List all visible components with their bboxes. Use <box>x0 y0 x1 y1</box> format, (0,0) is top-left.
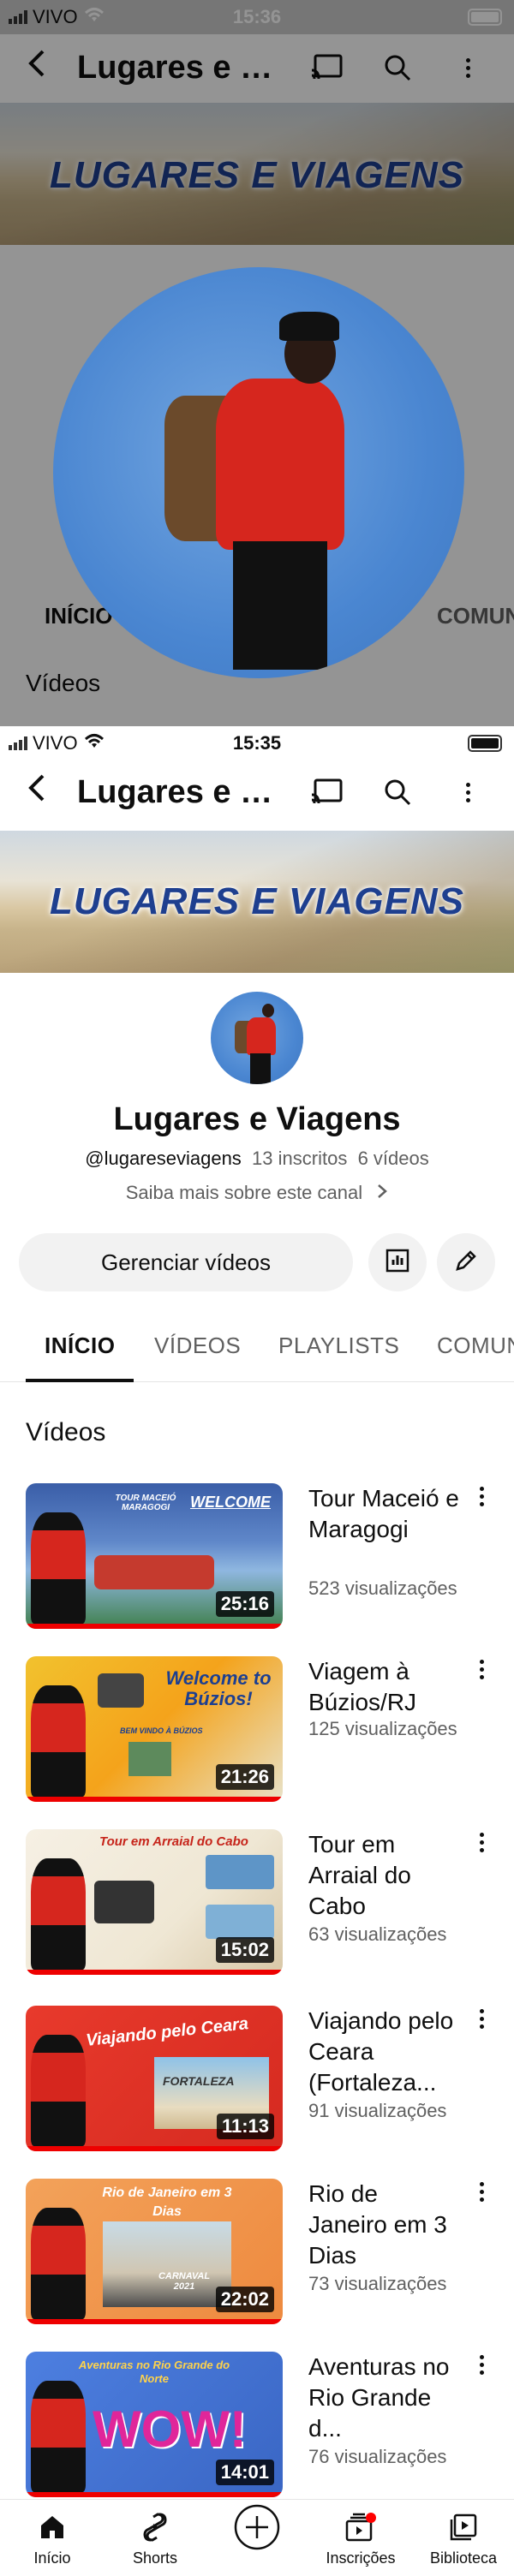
video-menu-icon[interactable] <box>473 1660 490 1685</box>
video-row[interactable]: WELCOME TOUR MACEIÓ MARAGOGI 25:16 Tour … <box>0 1483 514 1631</box>
video-thumbnail[interactable]: Aventuras no Rio Grande do Norte WOW! 14… <box>26 2352 283 2497</box>
video-menu-icon[interactable] <box>473 2182 490 2208</box>
more-icon[interactable] <box>449 773 487 811</box>
watch-progress <box>26 2146 283 2151</box>
nav-home[interactable]: Início <box>5 2507 99 2567</box>
video-title[interactable]: Tour em Arraial do Cabo <box>308 1829 463 1922</box>
video-menu-icon[interactable] <box>473 1487 490 1512</box>
battery-icon <box>468 735 502 752</box>
tab-start[interactable]: INÍCIO <box>45 1333 115 1359</box>
tab-videos[interactable]: VÍDEOS <box>154 1333 241 1359</box>
clock: 15:35 <box>232 732 282 754</box>
chevron-right-icon <box>376 1182 388 1203</box>
manage-videos-button[interactable]: Gerenciar vídeos <box>19 1233 353 1291</box>
shorts-icon <box>108 2507 202 2548</box>
pencil-icon <box>453 1248 479 1278</box>
edit-button[interactable] <box>437 1233 495 1291</box>
back-icon[interactable] <box>24 771 50 814</box>
nav-subscriptions[interactable]: Inscrições <box>314 2507 408 2567</box>
channel-page: VIVO 15:35 Lugares e Viagens LUGARES E V… <box>0 726 514 2576</box>
duration-badge: 25:16 <box>215 1591 274 1617</box>
duration-badge: 15:02 <box>215 1937 274 1963</box>
video-thumbnail[interactable]: WELCOME TOUR MACEIÓ MARAGOGI 25:16 <box>26 1483 283 1629</box>
video-thumbnail[interactable]: Viajando pelo Ceara FORTALEZA 11:13 <box>26 2006 283 2151</box>
channel-tabs: INÍCIO VÍDEOS PLAYLISTS COMUN <box>0 1317 514 1382</box>
duration-badge: 21:26 <box>215 1764 274 1790</box>
cast-icon[interactable] <box>308 773 346 811</box>
video-title[interactable]: Aventuras no Rio Grande d... <box>308 2352 463 2444</box>
video-title[interactable]: Viajando pelo Ceara (Fortaleza... <box>308 2006 463 2098</box>
video-count: 6 vídeos <box>357 1148 429 1169</box>
analytics-button[interactable] <box>368 1233 427 1291</box>
nav-library-label: Biblioteca <box>429 2549 498 2567</box>
video-menu-icon[interactable] <box>473 2355 490 2381</box>
banner-title: LUGARES E VIAGENS <box>50 880 464 922</box>
library-icon <box>416 2507 511 2548</box>
channel-banner: LUGARES E VIAGENS <box>0 831 514 973</box>
channel-handle: @lugareseviagens <box>85 1148 242 1169</box>
video-row[interactable]: Aventuras no Rio Grande do Norte WOW! 14… <box>0 2352 514 2499</box>
avatar-enlarged <box>53 267 464 678</box>
nav-create[interactable] <box>210 2504 304 2550</box>
search-icon[interactable] <box>379 773 416 811</box>
watch-progress <box>26 2319 283 2324</box>
tab-active-indicator <box>26 1379 134 1382</box>
plus-circle-icon <box>210 2504 304 2550</box>
video-title[interactable]: Rio de Janeiro em 3 Dias <box>308 2179 463 2271</box>
video-views: 76 visualizações <box>308 2446 447 2467</box>
video-views: 73 visualizações <box>308 2273 447 2294</box>
tab-community[interactable]: COMUN <box>437 1333 514 1359</box>
video-thumbnail[interactable]: Tour em Arraial do Cabo 15:02 <box>26 1829 283 1975</box>
bottom-nav: Início Shorts Inscrições Biblioteca <box>0 2499 514 2576</box>
video-menu-icon[interactable] <box>473 1833 490 1858</box>
video-views: 91 visualizações <box>308 2100 447 2121</box>
video-views: 523 visualizações <box>308 1577 457 1599</box>
video-title[interactable]: Tour Maceió e Maragogi <box>308 1483 463 1545</box>
header-title: Lugares e Viagens <box>77 773 291 810</box>
about-link[interactable]: Saiba mais sobre este canal <box>0 1182 514 1204</box>
duration-badge: 14:01 <box>215 2460 274 2485</box>
section-title: Vídeos <box>26 1418 106 1446</box>
subscriber-count: 13 inscritos <box>252 1148 348 1169</box>
analytics-icon <box>385 1248 410 1278</box>
nav-library[interactable]: Biblioteca <box>416 2507 511 2567</box>
watch-progress <box>26 1970 283 1975</box>
watch-progress <box>26 1624 283 1629</box>
video-thumbnail[interactable]: Welcome to Búzios! BEM VINDO À BÚZIOS 21… <box>26 1656 283 1802</box>
watch-progress <box>26 2492 283 2497</box>
status-bar: VIVO 15:35 <box>0 726 514 760</box>
nav-shorts-label: Shorts <box>132 2549 178 2567</box>
channel-meta: @lugareseviagens 13 inscritos 6 vídeos <box>0 1148 514 1170</box>
video-thumbnail[interactable]: Rio de Janeiro em 3 Dias CARNAVAL 2021 2… <box>26 2179 283 2324</box>
tab-playlists[interactable]: PLAYLISTS <box>278 1333 399 1359</box>
nav-shorts[interactable]: Shorts <box>108 2507 202 2567</box>
video-menu-icon[interactable] <box>473 2009 490 2035</box>
overlay-screenshot: VIVO 15:36 Lugares e Viagens LUGARES E V… <box>0 0 514 726</box>
channel-name: Lugares e Viagens <box>113 1101 401 1137</box>
video-row[interactable]: Welcome to Búzios! BEM VINDO À BÚZIOS 21… <box>0 1656 514 1804</box>
video-row[interactable]: Rio de Janeiro em 3 Dias CARNAVAL 2021 2… <box>0 2179 514 2326</box>
duration-badge: 22:02 <box>215 2287 274 2312</box>
avatar[interactable] <box>211 992 303 1084</box>
video-views: 125 visualizações <box>308 1718 457 1739</box>
video-row[interactable]: Viajando pelo Ceara FORTALEZA 11:13 Viaj… <box>0 2006 514 2153</box>
nav-home-label: Início <box>33 2549 71 2567</box>
watch-progress <box>26 1797 283 1802</box>
video-title[interactable]: Viagem à Búzios/RJ <box>308 1656 463 1718</box>
video-row[interactable]: Tour em Arraial do Cabo 15:02 Tour em Ar… <box>0 1829 514 1977</box>
about-link-label: Saiba mais sobre este canal <box>125 1182 363 1203</box>
nav-subscriptions-label: Inscrições <box>326 2549 396 2567</box>
top-bar: Lugares e Viagens <box>0 762 514 822</box>
hiker-image <box>164 301 370 678</box>
video-views: 63 visualizações <box>308 1923 447 1945</box>
subscriptions-icon <box>314 2507 408 2548</box>
duration-badge: 11:13 <box>216 2114 274 2139</box>
home-icon <box>5 2507 99 2548</box>
